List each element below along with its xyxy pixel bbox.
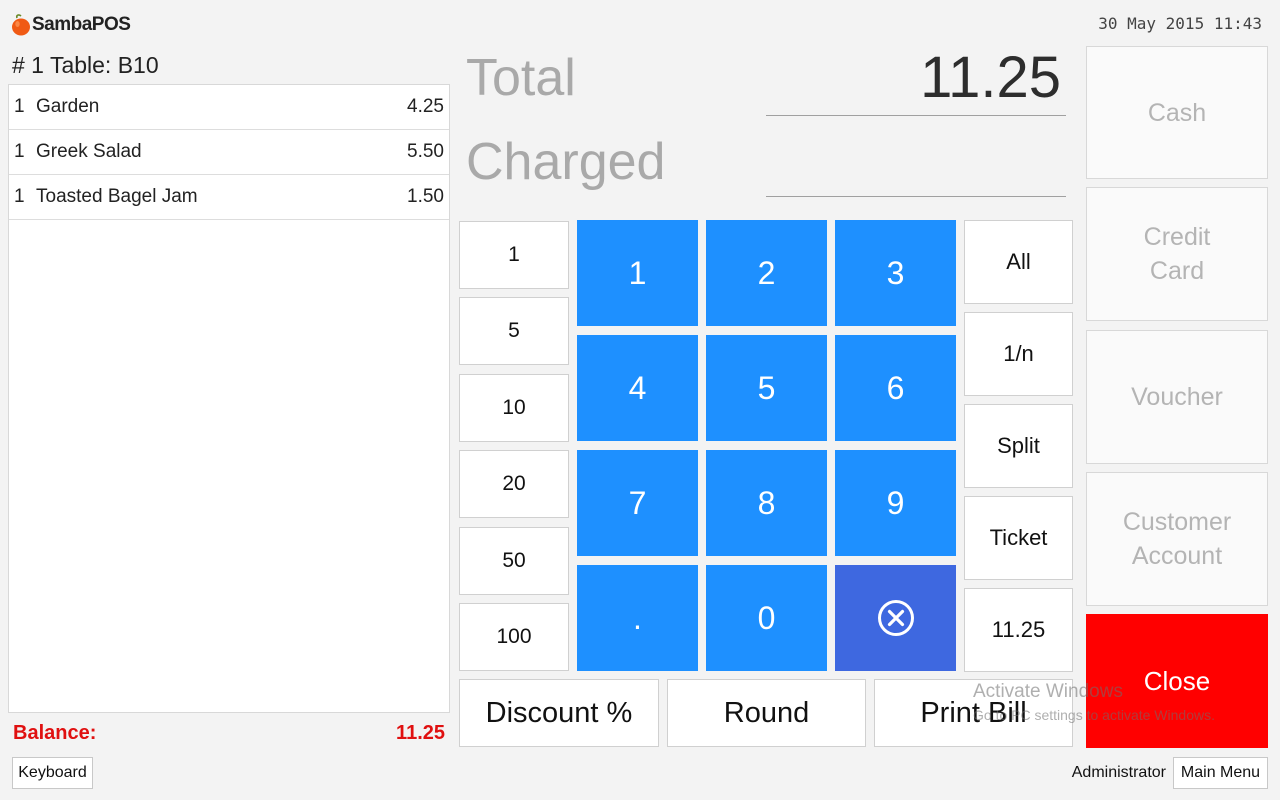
user-label: Administrator (1071, 764, 1166, 781)
remaining-amount-button[interactable]: 11.25 (964, 588, 1073, 672)
numpad-5[interactable]: 5 (706, 335, 827, 441)
order-qty: 1 (14, 141, 25, 162)
numpad-9[interactable]: 9 (835, 450, 956, 556)
total-label: Total (466, 49, 576, 107)
tender-button-10[interactable]: 10 (459, 374, 569, 442)
keyboard-button[interactable]: Keyboard (12, 757, 93, 789)
tender-button-50[interactable]: 50 (459, 527, 569, 595)
numpad-8[interactable]: 8 (706, 450, 827, 556)
charged-label: Charged (466, 133, 666, 191)
voucher-button[interactable]: Voucher (1086, 330, 1268, 464)
tender-button-20[interactable]: 20 (459, 450, 569, 518)
numpad-dot[interactable]: . (577, 565, 698, 671)
total-underline (766, 115, 1066, 116)
order-name: Greek Salad (36, 141, 142, 162)
numpad-6[interactable]: 6 (835, 335, 956, 441)
round-button[interactable]: Round (667, 679, 866, 747)
numpad-0[interactable]: 0 (706, 565, 827, 671)
balance-label: Balance: (13, 722, 97, 744)
charged-input[interactable] (766, 196, 1066, 197)
all-button[interactable]: All (964, 220, 1073, 304)
apple-logo-icon (12, 14, 30, 36)
order-qty: 1 (14, 96, 25, 117)
numpad-2[interactable]: 2 (706, 220, 827, 326)
datetime: 30 May 2015 11:43 (1098, 14, 1262, 33)
order-price: 4.25 (407, 96, 444, 117)
order-price: 1.50 (407, 186, 444, 207)
close-button[interactable]: Close (1086, 614, 1268, 748)
divide-n-button[interactable]: 1/n (964, 312, 1073, 396)
circle-x-icon (877, 600, 914, 636)
order-name: Toasted Bagel Jam (36, 186, 198, 207)
numpad-7[interactable]: 7 (577, 450, 698, 556)
clear-button[interactable] (835, 565, 956, 671)
cash-button[interactable]: Cash (1086, 46, 1268, 179)
customer-account-button[interactable]: Customer Account (1086, 472, 1268, 606)
order-row[interactable]: 1 Garden 4.25 (9, 85, 449, 130)
order-name: Garden (36, 96, 100, 117)
total-value: 11.25 (920, 45, 1061, 110)
credit-card-button[interactable]: Credit Card (1086, 187, 1268, 321)
order-qty: 1 (14, 186, 25, 207)
order-price: 5.50 (407, 141, 444, 162)
balance-value: 11.25 (396, 722, 445, 744)
ticket-title: # 1 Table: B10 (12, 52, 159, 78)
numpad-3[interactable]: 3 (835, 220, 956, 326)
tender-button-100[interactable]: 100 (459, 603, 569, 671)
app-name: SambaPOS (32, 14, 131, 35)
numpad-1[interactable]: 1 (577, 220, 698, 326)
ticket-button[interactable]: Ticket (964, 496, 1073, 580)
split-button[interactable]: Split (964, 404, 1073, 488)
order-list: 1 Garden 4.25 1 Greek Salad 5.50 1 Toast… (8, 84, 450, 713)
print-bill-button[interactable]: Print Bill (874, 679, 1073, 747)
main-menu-button[interactable]: Main Menu (1173, 757, 1268, 789)
tender-button-5[interactable]: 5 (459, 297, 569, 365)
app-logo: SambaPOS (10, 12, 131, 38)
tender-button-1[interactable]: 1 (459, 221, 569, 289)
numpad-4[interactable]: 4 (577, 335, 698, 441)
discount-button[interactable]: Discount % (459, 679, 659, 747)
order-row[interactable]: 1 Greek Salad 5.50 (9, 130, 449, 175)
order-row[interactable]: 1 Toasted Bagel Jam 1.50 (9, 175, 449, 220)
